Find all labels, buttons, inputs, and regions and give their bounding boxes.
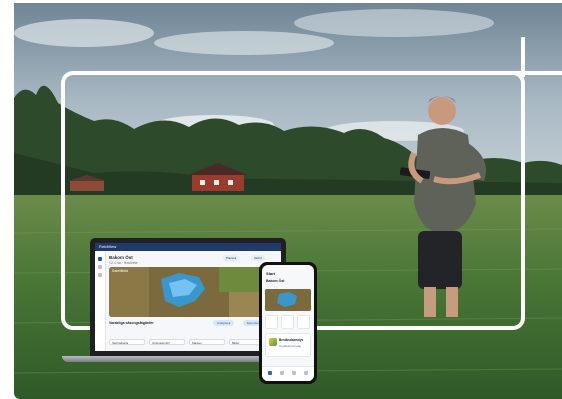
nav-home-icon[interactable]: [268, 371, 272, 375]
map-icon[interactable]: [98, 265, 102, 269]
chip-soil[interactable]: Marken: [189, 339, 225, 345]
analyze-button[interactable]: Analysera: [213, 320, 235, 326]
phone-satellite-map: [265, 289, 311, 311]
home-icon[interactable]: [98, 257, 102, 261]
phone-analysis-card[interactable]: Beståndsanalys Uppdaterad idag: [265, 333, 311, 357]
phone-device: Start Bakom Öst Beståndsanalys Uppdatera…: [259, 262, 317, 384]
chart-icon: [269, 338, 277, 346]
phone-bottom-nav: [262, 366, 314, 381]
chip-prescription[interactable]: Ordinationsfil: [149, 339, 185, 345]
laptop-screen: FieldView Bakom Öst 12.4 ha · Höstvete P…: [90, 238, 286, 356]
phone-tile-1[interactable]: [265, 315, 278, 329]
nav-map-icon[interactable]: [280, 371, 284, 375]
app-brand: FieldView: [99, 244, 117, 249]
tab-plan[interactable]: Planera: [223, 255, 240, 261]
card-title: Beståndsanalys: [279, 338, 304, 342]
satellite-map: [109, 267, 277, 317]
phone-field-map[interactable]: [265, 289, 311, 311]
phone-field-name: Bakom Öst: [266, 279, 285, 283]
map-label: Satellitbild: [112, 269, 128, 273]
phone-tile-2[interactable]: [281, 315, 294, 329]
laptop-app: FieldView Bakom Öst 12.4 ha · Höstvete P…: [95, 243, 281, 351]
nav-list-icon[interactable]: [292, 371, 296, 375]
frame-accent-horizontal: [490, 71, 562, 75]
nav-profile-icon[interactable]: [304, 371, 308, 375]
field-map[interactable]: Satellitbild: [109, 267, 277, 317]
section-heading: Varaktiga säsongsåtgärder: [109, 321, 154, 325]
field-subtitle: 12.4 ha · Höstvete: [109, 261, 138, 265]
layers-icon[interactable]: [98, 273, 102, 277]
phone-title: Start: [266, 271, 276, 276]
app-sidebar: [95, 251, 106, 351]
phone-app: Start Bakom Öst Beståndsanalys Uppdatera…: [262, 265, 314, 381]
chip-yield-map[interactable]: Skördekarta: [109, 339, 145, 345]
app-topbar: FieldView: [95, 243, 281, 251]
phone-tile-3[interactable]: [297, 315, 310, 329]
laptop-device: FieldView Bakom Öst 12.4 ha · Höstvete P…: [62, 238, 314, 362]
card-subtitle: Uppdaterad idag: [279, 344, 302, 348]
field-title: Bakom Öst: [109, 255, 133, 260]
tab-harvest[interactable]: Skörd: [251, 255, 265, 261]
